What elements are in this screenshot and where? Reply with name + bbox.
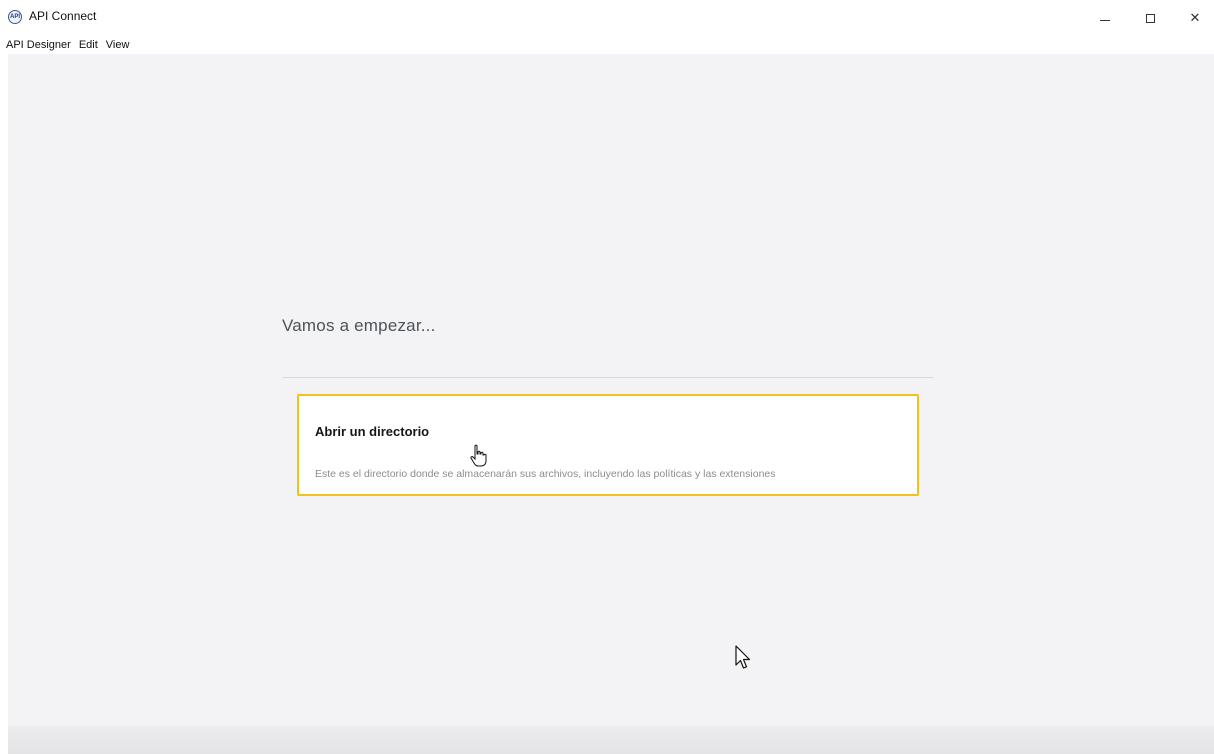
minimize-button[interactable] [1090, 6, 1120, 30]
close-button[interactable]: ✕ [1180, 6, 1210, 30]
api-connect-logo-icon: API [8, 10, 22, 24]
hand-pointer-icon [470, 444, 487, 467]
divider [282, 377, 934, 378]
bottom-strip [8, 726, 1214, 754]
window-title: API Connect [29, 9, 97, 23]
menu-api-designer[interactable]: API Designer [0, 38, 75, 52]
tile-title: Abrir un directorio [315, 424, 430, 439]
maximize-button[interactable] [1135, 6, 1165, 30]
app-window: API API Connect ✕ API Designer Edit View… [0, 0, 1214, 754]
main-content: Vamos a empezar... Abrir un directorio E… [8, 54, 1214, 726]
title-bar: API API Connect ✕ [0, 0, 1214, 36]
menu-bar: API Designer Edit View [0, 36, 133, 54]
open-directory-tile[interactable]: Abrir un directorio Este es el directori… [297, 394, 919, 496]
arrow-pointer-icon [735, 645, 751, 669]
menu-edit[interactable]: Edit [75, 38, 102, 52]
page-title: Vamos a empezar... [282, 316, 436, 335]
app-icon-label: API [9, 14, 20, 20]
minimize-icon [1100, 19, 1110, 21]
close-icon: ✕ [1189, 10, 1201, 25]
tile-description: Este es el directorio donde se almacenar… [315, 468, 776, 480]
menu-view[interactable]: View [102, 38, 134, 52]
maximize-icon [1145, 13, 1155, 23]
